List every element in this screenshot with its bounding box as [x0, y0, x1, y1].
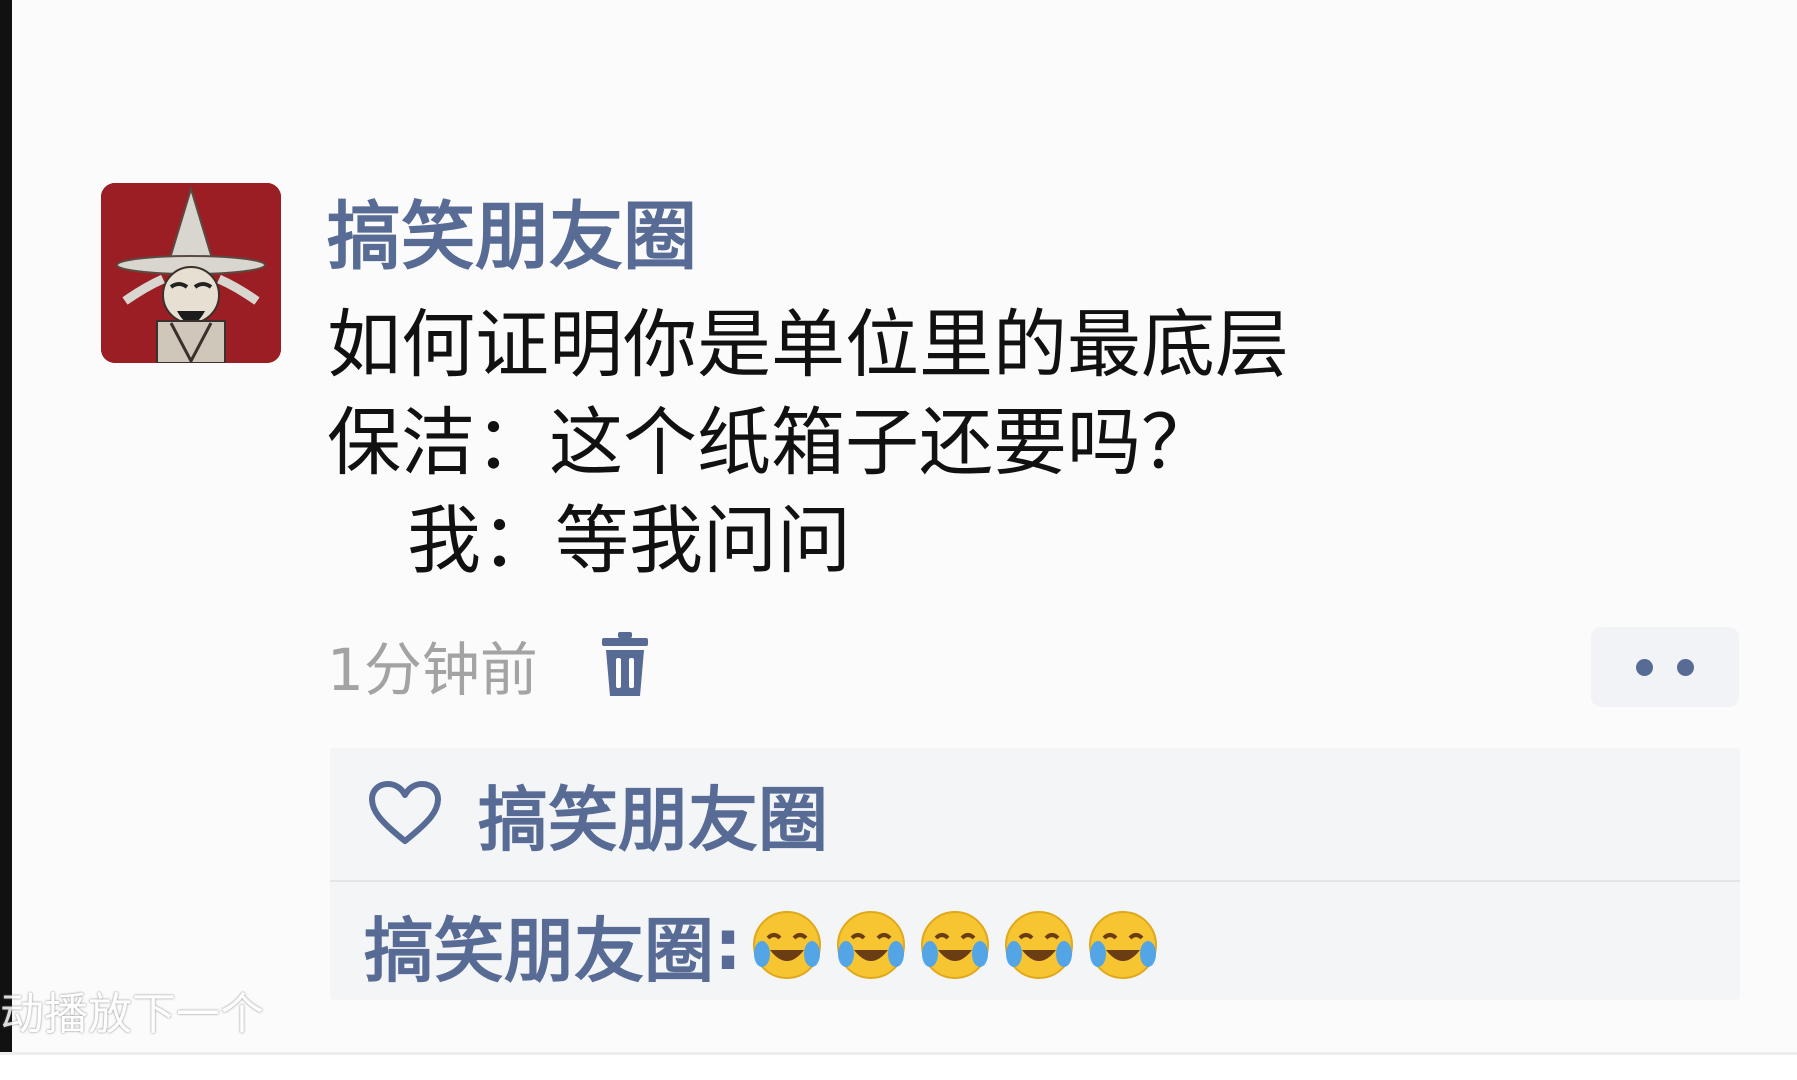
laughing-crying-emoji-icon	[1086, 908, 1160, 982]
liker-name[interactable]: 搞笑朋友圈	[478, 764, 828, 865]
more-dot	[1677, 658, 1694, 676]
comment-emoji-list	[750, 908, 1160, 982]
post-content: 如何证明你是单位里的最底层 保洁：这个纸箱子还要吗？ 我：等我问问	[327, 296, 1289, 590]
likes-row: 搞笑朋友圈	[330, 748, 1740, 880]
avatar[interactable]	[101, 183, 281, 363]
post-timestamp: 1分钟前	[327, 636, 538, 704]
likes-comments-panel: 搞笑朋友圈 搞笑朋友圈 :	[330, 748, 1740, 1000]
trash-icon[interactable]	[600, 632, 650, 698]
comment-author[interactable]: 搞笑朋友圈	[364, 895, 714, 996]
left-edge-bar	[0, 0, 12, 1080]
moments-post-screen: 搞笑朋友圈 如何证明你是单位里的最底层 保洁：这个纸箱子还要吗？ 我：等我问问 …	[0, 0, 1797, 1080]
comment-item[interactable]: 搞笑朋友圈 :	[364, 890, 1160, 1000]
laughing-crying-emoji-icon	[750, 908, 824, 982]
laughing-crying-emoji-icon	[918, 908, 992, 982]
laughing-crying-emoji-icon	[1002, 908, 1076, 982]
laughing-crying-emoji-icon	[834, 908, 908, 982]
bottom-strip	[0, 1055, 1797, 1080]
comment-separator: :	[714, 904, 742, 986]
more-dot	[1636, 658, 1653, 676]
heart-icon	[368, 781, 442, 847]
post-meta-row: 1分钟前	[327, 625, 650, 705]
more-dots-icon[interactable]	[1591, 627, 1739, 707]
avatar-illustration	[101, 183, 281, 363]
post-text-line: 我：等我问问	[407, 498, 851, 584]
autoplay-overlay-text: 动播放下一个	[0, 989, 264, 1040]
panel-divider	[330, 880, 1740, 882]
post-author-name[interactable]: 搞笑朋友圈	[327, 192, 697, 282]
post-text-line: 如何证明你是单位里的最底层	[327, 302, 1289, 388]
post-text-line: 保洁：这个纸箱子还要吗？	[327, 400, 1215, 486]
